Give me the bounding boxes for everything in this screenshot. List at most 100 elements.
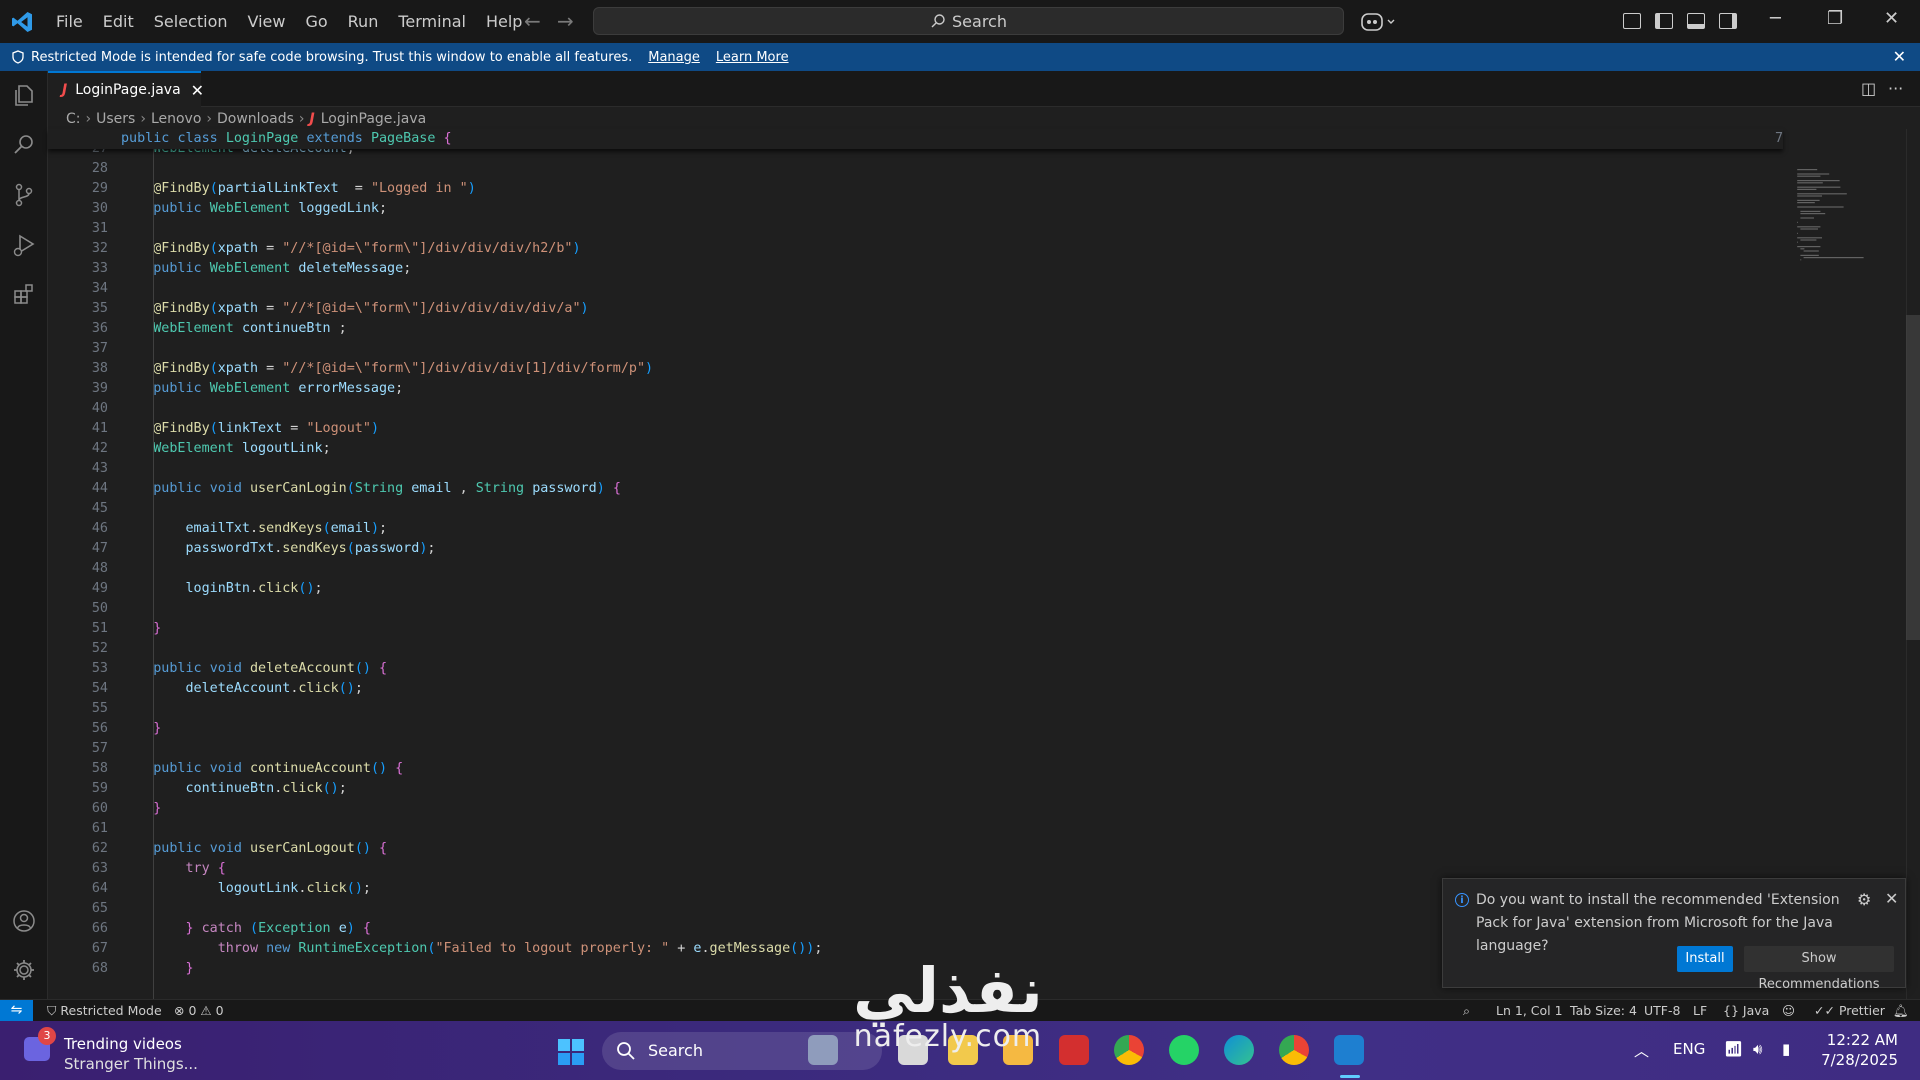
show-hidden-icons-chevron-icon[interactable]: ︿	[1634, 1040, 1649, 1061]
code-line[interactable]: continueBtn.click();	[121, 779, 347, 799]
chrome-profile-icon[interactable]	[1279, 1035, 1309, 1065]
code-line[interactable]: public void userCanLogout() {	[121, 839, 387, 859]
breadcrumb-downloads[interactable]: Downloads	[217, 111, 294, 127]
end-of-line[interactable]: LF	[1693, 1003, 1707, 1018]
prettier-status[interactable]: ✓✓ Prettier	[1814, 1003, 1885, 1018]
code-line[interactable]: }	[121, 959, 194, 979]
cursor-position[interactable]: Ln 1, Col 1	[1496, 1003, 1563, 1018]
remote-indicator-icon[interactable]: ⇋	[0, 1000, 33, 1022]
code-line[interactable]: @FindBy(xpath = "//*[@id=\"form\"]/div/d…	[121, 359, 653, 379]
copilot-icon[interactable]	[1360, 11, 1400, 33]
code-line[interactable]: public WebElement errorMessage;	[121, 379, 403, 399]
menu-edit[interactable]: Edit	[93, 12, 144, 31]
code-line[interactable]: public void userCanLogin(String email , …	[121, 479, 621, 499]
code-line[interactable]: }	[121, 799, 161, 819]
toggle-primary-sidebar-icon[interactable]	[1655, 13, 1673, 29]
breadcrumb-drive[interactable]: C:	[66, 111, 81, 127]
input-language[interactable]: ENG	[1673, 1040, 1705, 1058]
learn-more-link[interactable]: Learn More	[716, 50, 789, 65]
menu-file[interactable]: File	[46, 12, 93, 31]
menu-selection[interactable]: Selection	[144, 12, 238, 31]
bell-icon[interactable]: 🔔︎	[1893, 1003, 1909, 1019]
customize-layout-icon[interactable]	[1623, 13, 1641, 29]
code-line[interactable]: @FindBy(partialLinkText = "Logged in ")	[121, 179, 476, 199]
split-editor-icon[interactable]: ◫	[1861, 79, 1876, 98]
taskbar-search-box[interactable]: Search	[602, 1032, 882, 1070]
battery-icon[interactable]: ▮	[1782, 1040, 1790, 1058]
command-center-search[interactable]: Search	[593, 7, 1344, 35]
close-banner-icon[interactable]: ✕	[1893, 47, 1906, 66]
show-recommendations-button[interactable]: Show Recommendations	[1744, 946, 1894, 992]
extensions-icon[interactable]	[10, 281, 38, 309]
manage-link[interactable]: Manage	[648, 50, 700, 65]
close-notification-icon[interactable]: ✕	[1885, 889, 1898, 908]
more-actions-icon[interactable]: ···	[1888, 79, 1903, 98]
toggle-panel-icon[interactable]	[1687, 13, 1705, 29]
code-line[interactable]: public void continueAccount() {	[121, 759, 403, 779]
whatsapp-icon[interactable]	[1169, 1035, 1199, 1065]
code-line[interactable]: }	[121, 719, 161, 739]
code-line[interactable]: try {	[121, 859, 226, 879]
menu-run[interactable]: Run	[338, 12, 389, 31]
search-highlight-icon[interactable]	[808, 1035, 838, 1065]
volume-icon[interactable]: 🔊︎	[1753, 1040, 1762, 1058]
code-line[interactable]: loginBtn.click();	[121, 579, 323, 599]
code-editor[interactable]: 2728293031323334353637383940414243444546…	[48, 129, 1920, 999]
vscode-taskbar-icon[interactable]	[1334, 1035, 1364, 1065]
code-line[interactable]: WebElement continueBtn ;	[121, 319, 347, 339]
line-number: 40	[91, 401, 108, 416]
vertical-scrollbar-thumb[interactable]	[1906, 315, 1920, 640]
code-line[interactable]: @FindBy(xpath = "//*[@id=\"form\"]/div/d…	[121, 239, 580, 259]
tab-loginpage-java[interactable]: J LoginPage.java ✕	[48, 71, 204, 107]
menu-go[interactable]: Go	[295, 12, 337, 31]
accounts-icon[interactable]	[10, 907, 38, 935]
problems-status[interactable]: ⊗ 0 ⚠ 0	[174, 1003, 224, 1018]
chrome-icon[interactable]	[1114, 1035, 1144, 1065]
line-number: 47	[91, 541, 108, 556]
menu-view[interactable]: View	[238, 12, 296, 31]
system-clock[interactable]: 12:22 AM 7/28/2025	[1818, 1030, 1898, 1070]
toggle-secondary-sidebar-icon[interactable]	[1719, 13, 1737, 29]
minimap[interactable]	[1790, 129, 1885, 279]
forward-arrow-icon[interactable]: →	[557, 9, 574, 33]
code-line[interactable]: throw new RuntimeException("Failed to lo…	[121, 939, 823, 959]
manage-gear-icon[interactable]	[10, 956, 38, 984]
back-arrow-icon[interactable]: ←	[524, 9, 541, 33]
menu-terminal[interactable]: Terminal	[388, 12, 476, 31]
breadcrumb-users[interactable]: Users	[96, 111, 135, 127]
minimize-icon[interactable]: ─	[1770, 8, 1781, 29]
code-line[interactable]: public void deleteAccount() {	[121, 659, 387, 679]
code-line[interactable]: }	[121, 619, 161, 639]
code-line[interactable]: public WebElement deleteMessage;	[121, 259, 411, 279]
breadcrumb-lenovo[interactable]: Lenovo	[151, 111, 201, 127]
restore-icon[interactable]: ❐	[1827, 8, 1843, 29]
search-icon[interactable]	[10, 131, 38, 159]
code-line[interactable]: passwordTxt.sendKeys(password);	[121, 539, 436, 559]
install-button[interactable]: Install	[1677, 946, 1733, 972]
close-tab-icon[interactable]: ✕	[191, 81, 204, 100]
restricted-mode-status[interactable]: ⛉ Restricted Mode	[47, 1003, 162, 1019]
edge-icon[interactable]	[1224, 1035, 1254, 1065]
acrobat-icon[interactable]	[1059, 1035, 1089, 1065]
windows-start-icon[interactable]	[557, 1038, 585, 1066]
code-line[interactable]: public WebElement loggedLink;	[121, 199, 387, 219]
wifi-icon[interactable]: 📶︎	[1724, 1040, 1743, 1058]
zoom-icon[interactable]: ⌕	[1463, 1003, 1470, 1019]
close-window-icon[interactable]: ✕	[1884, 8, 1899, 29]
copilot-status-icon[interactable]: ☺	[1782, 1003, 1795, 1018]
code-line[interactable]: @FindBy(xpath = "//*[@id=\"form\"]/div/d…	[121, 299, 588, 319]
code-line[interactable]: emailTxt.sendKeys(email);	[121, 519, 388, 539]
code-line[interactable]: logoutLink.click();	[121, 879, 371, 899]
source-control-icon[interactable]	[10, 181, 38, 209]
code-line[interactable]: deleteAccount.click();	[121, 679, 363, 699]
tab-size[interactable]: Tab Size: 4	[1570, 1003, 1637, 1018]
sticky-scroll-header[interactable]: 7 public class LoginPage extends PageBas…	[48, 129, 1783, 149]
breadcrumb-file[interactable]: LoginPage.java	[321, 111, 426, 127]
explorer-icon[interactable]	[10, 81, 38, 109]
encoding[interactable]: UTF-8	[1644, 1003, 1680, 1018]
notification-settings-gear-icon[interactable]: ⚙	[1857, 890, 1871, 909]
code-line[interactable]: @FindBy(linkText = "Logout")	[121, 419, 379, 439]
language-mode[interactable]: {} Java	[1723, 1003, 1769, 1018]
code-line[interactable]: } catch (Exception e) {	[121, 919, 371, 939]
run-debug-icon[interactable]	[10, 231, 38, 259]
